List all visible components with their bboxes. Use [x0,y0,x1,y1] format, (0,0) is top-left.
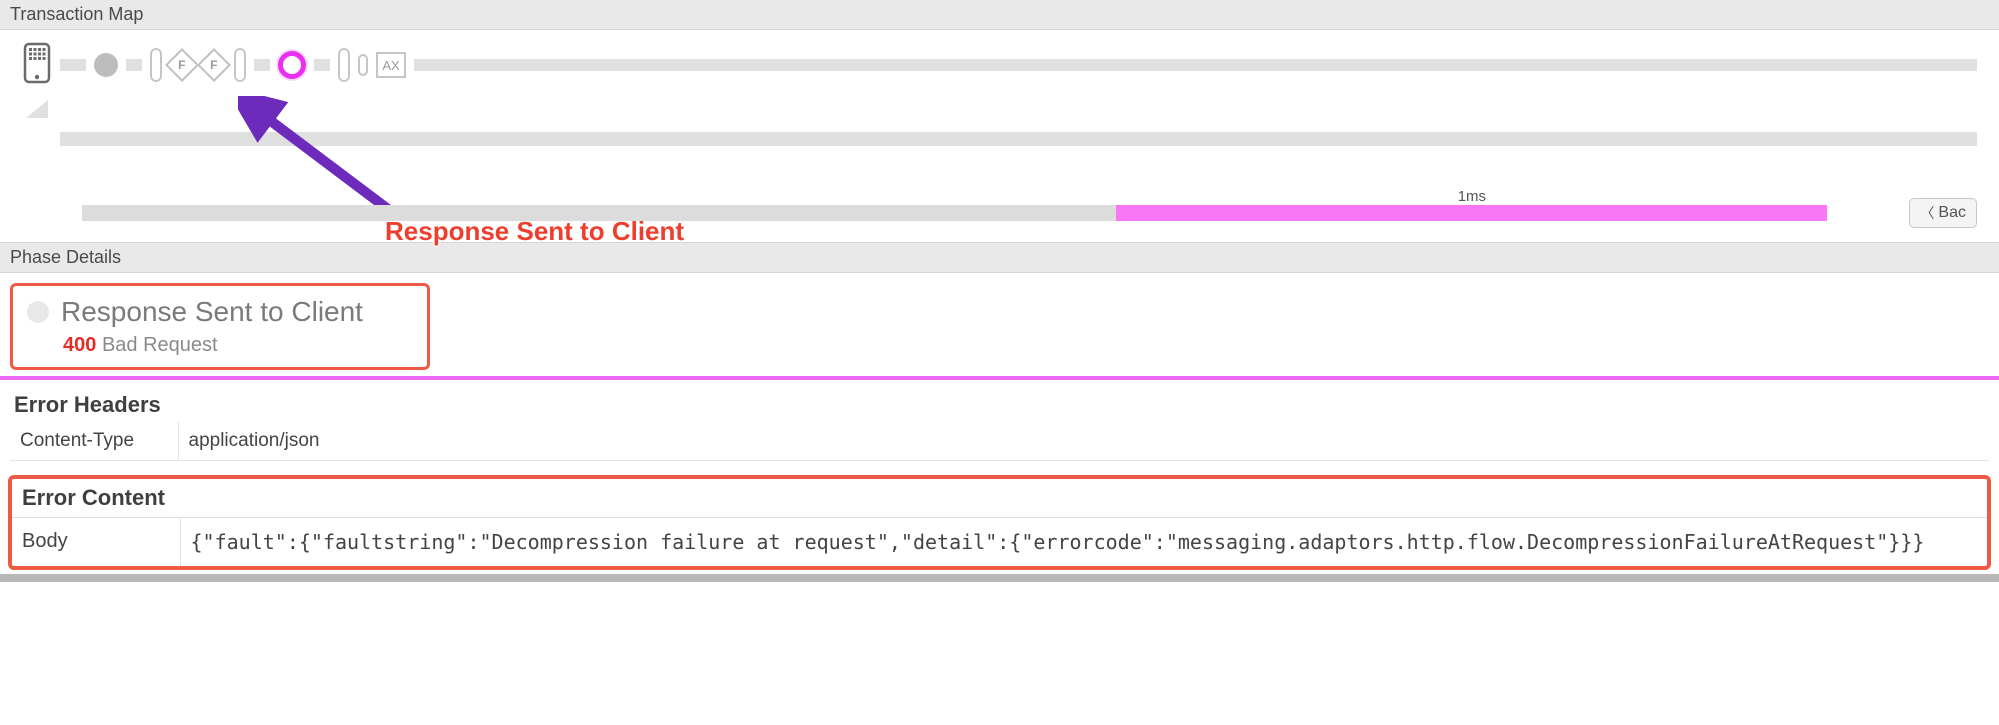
device-icon[interactable] [22,42,52,89]
error-content-body: {"fault":{"faultstring":"Decompression f… [180,518,1987,567]
back-button-label: Bac [1938,204,1966,222]
error-content-box: Error Content Body {"fault":{"faultstrin… [8,475,1991,570]
flow-node-active[interactable] [278,51,306,79]
header-value: application/json [178,422,1989,461]
transaction-map-area: FFAX Response Sent to Client 1ms 〈 Bac [0,30,1999,242]
phase-status: 400 Bad Request [63,334,413,357]
table-row: Content-Typeapplication/json [10,422,1989,461]
timeline-time-label: 1ms [1458,188,1486,205]
timeline-segment-grey [82,205,1116,221]
phase-details-title: Phase Details [0,242,1999,273]
header-name: Content-Type [10,422,178,461]
error-headers-section: Error Headers Content-Typeapplication/js… [0,380,1999,461]
back-button[interactable]: 〈 Bac [1909,198,1977,228]
error-headers-table: Content-Typeapplication/json [10,422,1989,461]
flow-track-segment [314,59,330,71]
flow-ax-node[interactable]: AX [376,52,406,78]
error-content-heading: Error Content [12,479,1987,518]
phase-dot-icon [27,301,49,323]
flow-node[interactable] [94,53,118,77]
return-track [60,132,1977,146]
flow-track-segment [414,59,1977,71]
flow-pillar-node[interactable] [358,54,368,76]
flow-pillar-node[interactable] [234,48,246,82]
status-code: 400 [63,334,96,356]
error-content-label: Body [12,518,180,567]
flow-policy-node[interactable]: F [165,48,199,82]
transaction-flow: FF AX [22,44,1977,86]
flow-track-segment [60,59,86,71]
flow-policy-node[interactable]: F [197,48,231,82]
chevron-left-icon: 〈 [1920,203,1934,223]
error-content-row: Body {"fault":{"faultstring":"Decompress… [12,518,1987,567]
timeline-row: 1ms 〈 Bac [22,198,1977,228]
flow-track-segment [126,59,142,71]
timeline-track[interactable]: 1ms [82,205,1827,221]
transaction-map-title: Transaction Map [0,0,1999,30]
phase-name: Response Sent to Client [61,296,363,328]
bottom-border [0,574,1999,582]
return-arrowhead [26,100,48,118]
error-headers-heading: Error Headers [10,388,1989,422]
flow-track-segment [254,59,270,71]
timeline-segment-pink: 1ms [1116,205,1827,221]
flow-pillar-node[interactable] [338,48,350,82]
status-text: Bad Request [102,334,218,356]
selected-phase-box: Response Sent to Client 400 Bad Request [10,283,430,370]
flow-pillar-node[interactable] [150,48,162,82]
